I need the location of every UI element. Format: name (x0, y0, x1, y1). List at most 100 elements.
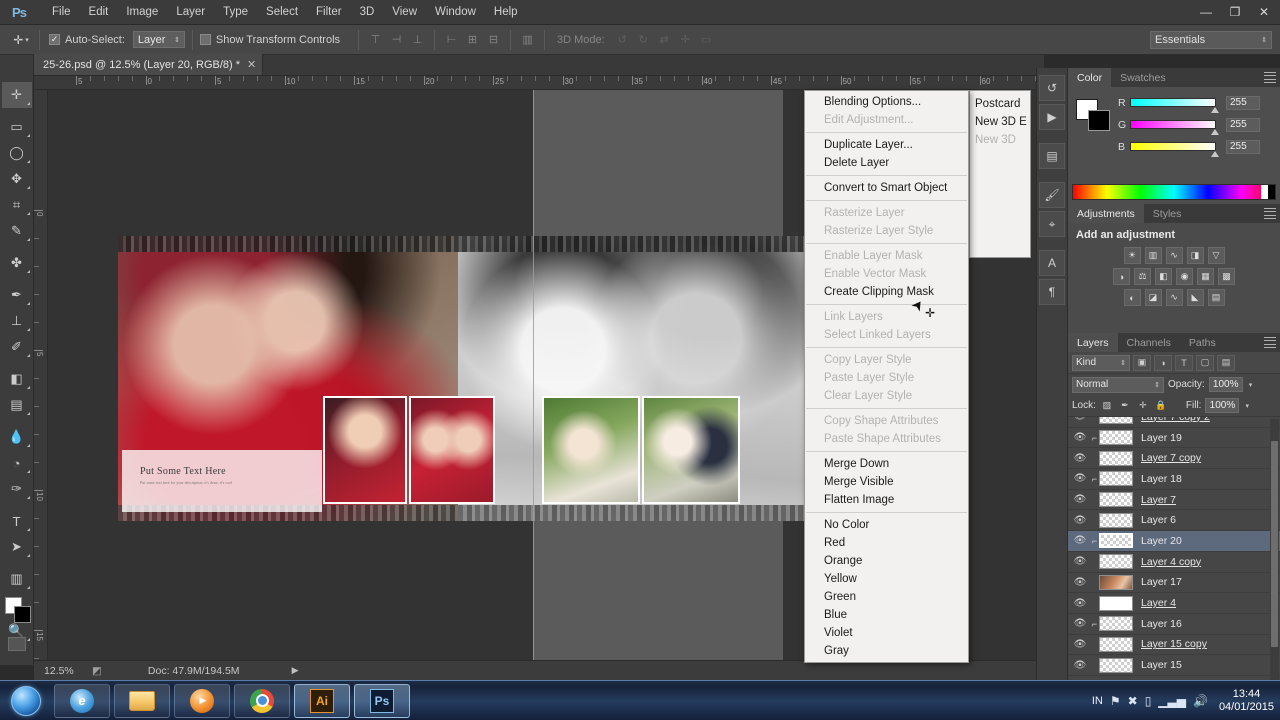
pen-tool[interactable]: ✑ (2, 476, 32, 502)
clock[interactable]: 13:44 04/01/2015 (1219, 688, 1274, 714)
zoom-level[interactable]: 12.5% (44, 665, 92, 677)
clone-stamp-tool[interactable]: ⊥ (2, 308, 32, 334)
paragraph-icon[interactable]: ¶ (1039, 279, 1065, 305)
context-menu-item[interactable]: Duplicate Layer... (805, 136, 968, 154)
context-menu-item[interactable]: Enable Vector Mask (805, 265, 968, 283)
scale-3d-icon[interactable]: ▭ (697, 30, 716, 49)
lock-position-icon[interactable]: ✛ (1136, 399, 1150, 413)
spot-healing-tool[interactable]: ✤ (2, 250, 32, 276)
language-indicator[interactable]: IN (1092, 695, 1103, 707)
context-menu-item[interactable]: Copy Shape Attributes (805, 412, 968, 430)
exposure-icon[interactable]: ◨ (1186, 247, 1204, 264)
layer-thumbnail[interactable] (1099, 574, 1133, 590)
layer-name[interactable]: Layer 15 copy (1141, 638, 1207, 650)
layer-name[interactable]: Layer 6 (1141, 514, 1176, 526)
layer-name[interactable]: Layer 17 (1141, 576, 1182, 588)
color-swatches[interactable] (5, 597, 31, 623)
taskbar-item-internet-explorer[interactable]: e (54, 683, 110, 718)
menu-filter[interactable]: Filter (307, 2, 351, 22)
flag-icon[interactable]: ⚑ (1110, 694, 1121, 708)
start-button[interactable] (2, 682, 50, 720)
type-filter-icon[interactable]: T (1175, 354, 1193, 371)
align-top-icon[interactable]: ⊤ (366, 30, 385, 49)
visibility-toggle-icon[interactable]: 👁 (1070, 639, 1090, 650)
blend-mode-dropdown[interactable]: Normal ⇕ (1072, 376, 1164, 393)
context-menu-item[interactable]: Edit Adjustment... (805, 111, 968, 129)
pixel-filter-icon[interactable]: ▣ (1133, 354, 1151, 371)
submenu-item[interactable]: Postcard (970, 95, 1030, 113)
table-row[interactable]: 👁 ⌐ Layer 18 (1068, 469, 1280, 490)
layers-scrollbar[interactable] (1270, 419, 1279, 688)
brush-tool[interactable]: ✒ (2, 282, 32, 308)
taskbar-item-windows-explorer[interactable] (114, 683, 170, 718)
layer-name[interactable]: Layer 7 copy (1141, 452, 1201, 464)
tab-color[interactable]: Color (1068, 68, 1112, 87)
channel-slider-r[interactable] (1130, 98, 1219, 113)
layer-name[interactable]: Layer 16 (1141, 618, 1182, 630)
menu-image[interactable]: Image (117, 2, 167, 22)
context-menu-item[interactable]: Convert to Smart Object (805, 179, 968, 197)
history-brush-tool[interactable]: ✐ (2, 334, 32, 360)
layer-thumbnail[interactable] (1099, 595, 1133, 611)
dodge-tool[interactable]: ◔ (2, 450, 32, 476)
visibility-toggle-icon[interactable]: 👁 (1070, 417, 1090, 422)
menu-edit[interactable]: Edit (80, 2, 118, 22)
eraser-tool[interactable]: ◧ (2, 366, 32, 392)
context-menu-item[interactable]: Link Layers (805, 308, 968, 326)
layer-thumbnail[interactable] (1099, 450, 1133, 466)
channel-mixer-icon[interactable]: ▦ (1197, 268, 1214, 285)
layers-panel-menu-icon[interactable] (1264, 337, 1276, 348)
document-artwork[interactable]: Put Some Text Here Put some text here fo… (118, 236, 808, 521)
menu-layer[interactable]: Layer (167, 2, 214, 22)
rectangle-tool[interactable]: ▥ (2, 566, 32, 592)
table-row[interactable]: 👁 Layer 15 (1068, 655, 1280, 676)
history-icon[interactable]: ↺ (1039, 75, 1065, 101)
layer-name[interactable]: Layer 15 (1141, 659, 1182, 671)
align-hcenter-icon[interactable]: ⊞ (463, 30, 482, 49)
table-row[interactable]: 👁 Layer 4 (1068, 593, 1280, 614)
slider-thumb-icon[interactable] (1211, 151, 1219, 157)
menu-help[interactable]: Help (485, 2, 527, 22)
lock-all-icon[interactable]: 🔒 (1154, 399, 1168, 413)
context-menu-item[interactable]: Paste Shape Attributes (805, 430, 968, 448)
context-menu-item[interactable]: Select Linked Layers (805, 326, 968, 344)
threshold-icon[interactable]: ∿ (1165, 289, 1183, 306)
channel-slider-b[interactable] (1130, 142, 1219, 157)
eyedropper-tool[interactable]: ✎ (2, 218, 32, 244)
context-menu-item[interactable]: Green (805, 588, 968, 606)
visibility-toggle-icon[interactable]: 👁 (1070, 618, 1090, 629)
fill-value[interactable]: 100% (1205, 398, 1240, 413)
layer-name[interactable]: Layer 19 (1141, 432, 1182, 444)
shape-filter-icon[interactable]: ▢ (1196, 354, 1214, 371)
channel-value-r[interactable]: 255 (1226, 95, 1260, 110)
context-menu-item[interactable]: Gray (805, 642, 968, 660)
brush-presets-icon[interactable]: 🖌 (1039, 182, 1065, 208)
layer-filter-kind-dropdown[interactable]: Kind ⇕ (1072, 354, 1130, 371)
context-menu-item[interactable]: Delete Layer (805, 154, 968, 172)
layer-name[interactable]: Layer 7 copy 2 (1141, 417, 1210, 423)
visibility-toggle-icon[interactable]: 👁 (1070, 660, 1090, 671)
lasso-tool[interactable]: ◯ (2, 140, 32, 166)
context-menu-item[interactable]: Violet (805, 624, 968, 642)
align-vcenter-icon[interactable]: ⊣ (387, 30, 406, 49)
visibility-toggle-icon[interactable]: 👁 (1070, 556, 1090, 567)
context-menu-item[interactable]: Yellow (805, 570, 968, 588)
table-row[interactable]: 👁 Layer 15 copy (1068, 635, 1280, 656)
slide-3d-icon[interactable]: ✛ (676, 30, 695, 49)
menu-select[interactable]: Select (257, 2, 307, 22)
context-menu-item[interactable]: Rasterize Layer (805, 204, 968, 222)
quick-mask-toggle[interactable] (8, 637, 26, 651)
taskbar-item-illustrator[interactable]: Ai (294, 683, 350, 718)
channel-value-b[interactable]: 255 (1226, 139, 1260, 154)
color-panel-menu-icon[interactable] (1264, 72, 1276, 83)
align-left-icon[interactable]: ⊢ (442, 30, 461, 49)
context-menu-item[interactable]: Copy Layer Style (805, 351, 968, 369)
move-tool-icon[interactable]: ✛ ▾ (10, 30, 32, 50)
auto-align-icon[interactable]: ▥ (518, 30, 537, 49)
color-lookup-icon[interactable]: ▩ (1218, 268, 1235, 285)
visibility-toggle-icon[interactable]: 👁 (1070, 535, 1090, 546)
adjustment-filter-icon[interactable]: ◑ (1154, 354, 1172, 371)
menu-window[interactable]: Window (426, 2, 485, 22)
table-row[interactable]: 👁 ⌐ Layer 19 (1068, 428, 1280, 449)
character-icon[interactable]: A (1039, 250, 1065, 276)
